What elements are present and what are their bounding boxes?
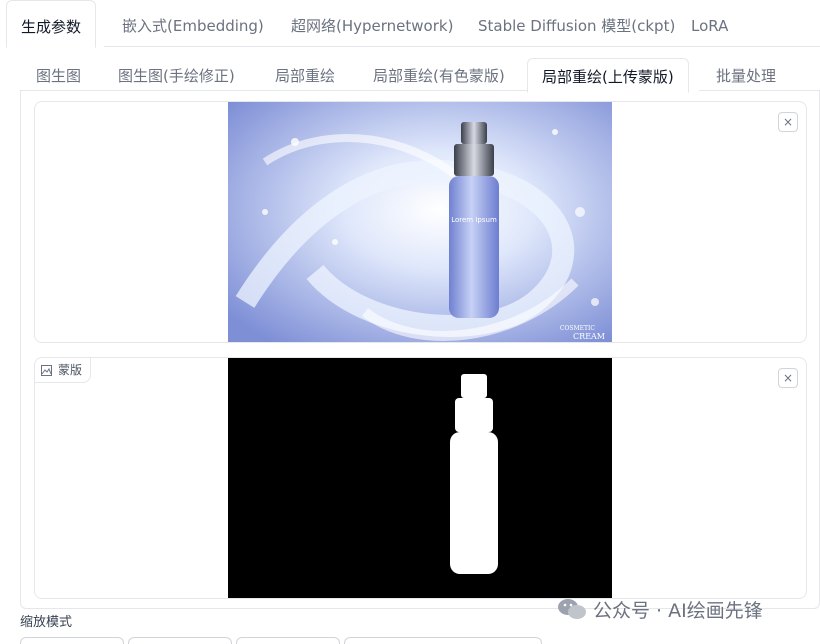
source-image-box[interactable]: Lorem Ipsum COSMETIC CREAM ×: [34, 101, 807, 343]
wechat-icon: [558, 599, 586, 619]
source-image: Lorem Ipsum COSMETIC CREAM: [228, 102, 612, 342]
tab-batch[interactable]: 批量处理: [716, 58, 776, 91]
tab-lora[interactable]: LoRA: [691, 0, 728, 46]
mask-label: 蒙版: [35, 358, 92, 383]
close-button[interactable]: ×: [778, 368, 798, 388]
scale-option-4[interactable]: [344, 637, 542, 644]
watermark: 公众号 · AI绘画先锋: [557, 595, 763, 623]
image-icon: [41, 364, 52, 376]
tab-inpaint-sketch[interactable]: 局部重绘(有色蒙版): [373, 58, 505, 91]
tab-inpaint-upload[interactable]: 局部重绘(上传蒙版): [527, 58, 689, 93]
tab-img2img[interactable]: 图生图: [36, 58, 81, 91]
bottle-label: Lorem Ipsum: [451, 216, 497, 224]
tab-inpaint[interactable]: 局部重绘: [275, 58, 335, 91]
sub-tab-bar: 图生图 图生图(手绘修正) 局部重绘 局部重绘(有色蒙版) 局部重绘(上传蒙版)…: [0, 58, 820, 93]
tab-embedding[interactable]: 嵌入式(Embedding): [122, 0, 264, 46]
corner-text-cosmetic: COSMETIC: [560, 325, 596, 332]
scale-option-2[interactable]: [128, 637, 232, 644]
watermark-text: 公众号 · AI绘画先锋: [593, 599, 763, 622]
mask-image: [228, 358, 612, 598]
scale-mode-label: 缩放模式: [20, 615, 73, 630]
top-tab-divider: [104, 46, 820, 47]
tab-sd-model[interactable]: Stable Diffusion 模型(ckpt): [478, 0, 675, 46]
close-button[interactable]: ×: [778, 112, 798, 132]
scale-option-3[interactable]: [236, 637, 340, 644]
top-tab-bar: 生成参数 嵌入式(Embedding) 超网络(Hypernetwork) St…: [0, 0, 820, 48]
scale-option-1[interactable]: [20, 637, 124, 644]
tab-generation-params[interactable]: 生成参数: [6, 0, 97, 48]
corner-text-cream: CREAM: [573, 332, 605, 341]
tab-hypernetwork[interactable]: 超网络(Hypernetwork): [291, 0, 453, 46]
mask-label-text: 蒙版: [58, 363, 83, 377]
tab-sketch[interactable]: 图生图(手绘修正): [118, 58, 235, 91]
mask-image-box[interactable]: 蒙版 ×: [34, 357, 807, 599]
